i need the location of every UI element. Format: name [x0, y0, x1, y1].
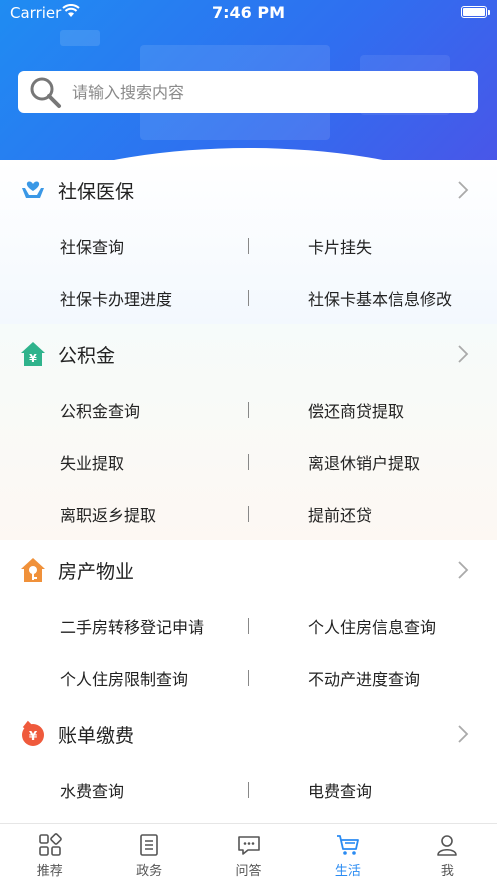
divider — [248, 506, 249, 522]
tab-label: 问答 — [235, 864, 262, 879]
divider — [248, 238, 249, 254]
tab-label: 政务 — [136, 864, 163, 879]
service-link[interactable]: 提前还贷 — [308, 502, 372, 526]
service-link[interactable]: 社保查询 — [60, 234, 124, 258]
bill-badge-icon: ¥ — [22, 720, 44, 746]
service-link[interactable]: 个人住房限制查询 — [60, 666, 188, 690]
chevron-right-icon[interactable] — [457, 180, 469, 200]
service-link[interactable]: 离退休销户提取 — [308, 450, 420, 474]
section-title: 社保医保 — [58, 180, 135, 203]
svg-text:¥: ¥ — [29, 729, 38, 743]
divider — [248, 782, 249, 798]
cart-icon — [336, 835, 359, 855]
tab-recommend[interactable]: 推荐 — [0, 824, 99, 883]
section-header[interactable]: 社保医保 — [0, 160, 497, 220]
chevron-right-icon[interactable] — [457, 560, 469, 580]
tab-label: 我 — [440, 864, 454, 879]
service-link[interactable]: 公积金查询 — [60, 398, 140, 422]
section-property: 房产物业 二手房转移登记申请 个人住房信息查询 个人住房限制查询 不动产进度查询 — [0, 540, 497, 704]
search-icon — [30, 77, 61, 108]
tab-life[interactable]: 生活 — [298, 824, 397, 883]
section-title: 房产物业 — [58, 560, 135, 583]
service-row: 社保卡办理进度 社保卡基本信息修改 — [0, 272, 497, 324]
tab-me[interactable]: 我 — [398, 824, 497, 883]
service-link[interactable]: 卡片挂失 — [308, 234, 372, 258]
grid-icon — [38, 833, 62, 856]
divider — [248, 670, 249, 686]
divider — [248, 290, 249, 306]
hands-heart-icon — [22, 181, 44, 198]
battery-icon — [461, 6, 490, 18]
svg-text:¥: ¥ — [29, 352, 37, 365]
service-row: 个人住房限制查询 不动产进度查询 — [0, 652, 497, 704]
service-link[interactable]: 社保卡办理进度 — [60, 286, 172, 310]
house-yuan-icon: ¥ — [21, 342, 45, 366]
service-row: 失业提取 离退休销户提取 — [0, 436, 497, 488]
divider — [248, 618, 249, 634]
document-icon — [140, 834, 158, 856]
section-title: 账单缴费 — [58, 724, 135, 747]
section-social-security: 社保医保 社保查询 卡片挂失 社保卡办理进度 社保卡基本信息修改 — [0, 160, 497, 324]
divider — [248, 454, 249, 470]
tab-government[interactable]: 政务 — [99, 824, 198, 883]
person-icon — [437, 835, 458, 856]
service-row: 公积金查询 偿还商贷提取 — [0, 384, 497, 436]
chevron-right-icon[interactable] — [457, 724, 469, 744]
service-link[interactable]: 离职返乡提取 — [60, 502, 156, 526]
chevron-right-icon[interactable] — [457, 344, 469, 364]
tab-label: 推荐 — [36, 864, 63, 879]
service-link[interactable]: 不动产进度查询 — [308, 666, 420, 690]
service-link[interactable]: 社保卡基本信息修改 — [308, 286, 452, 310]
service-link[interactable]: 个人住房信息查询 — [308, 614, 436, 638]
search-bar[interactable] — [18, 71, 478, 113]
divider — [248, 402, 249, 418]
section-header[interactable]: ¥ 账单缴费 — [0, 704, 497, 764]
service-link[interactable]: 偿还商贷提取 — [308, 398, 404, 422]
service-row: 离职返乡提取 提前还贷 — [0, 488, 497, 540]
section-header[interactable]: ¥ 公积金 — [0, 324, 497, 384]
banner-decoration — [60, 30, 100, 46]
service-link[interactable]: 电费查询 — [308, 778, 372, 802]
section-title: 公积金 — [58, 344, 116, 367]
section-housing-fund: ¥ 公积金 公积金查询 偿还商贷提取 失业提取 离退休销户提取 离职返乡提取 提… — [0, 324, 497, 540]
service-link[interactable]: 二手房转移登记申请 — [60, 614, 204, 638]
tab-qa[interactable]: 问答 — [199, 824, 298, 883]
section-header[interactable]: 房产物业 — [0, 540, 497, 600]
service-row: 社保查询 卡片挂失 — [0, 220, 497, 272]
service-row: 二手房转移登记申请 个人住房信息查询 — [0, 600, 497, 652]
chat-icon — [237, 836, 260, 855]
house-key-icon — [21, 558, 45, 582]
service-row: 水费查询 电费查询 — [0, 764, 497, 816]
tab-label: 生活 — [334, 864, 361, 879]
search-input[interactable] — [72, 82, 452, 102]
clock: 7:46 PM — [211, 3, 285, 22]
section-bill-payment: ¥ 账单缴费 水费查询 电费查询 — [0, 704, 497, 816]
tab-bar: 推荐 政务 问答 生活 我 — [0, 823, 497, 883]
service-link[interactable]: 失业提取 — [60, 450, 124, 474]
service-link[interactable]: 水费查询 — [60, 778, 124, 802]
status-bar: Carrier 7:46 PM — [0, 0, 497, 26]
service-list: 社保医保 社保查询 卡片挂失 社保卡办理进度 社保卡基本信息修改 ¥ 公积金 公… — [0, 160, 497, 823]
